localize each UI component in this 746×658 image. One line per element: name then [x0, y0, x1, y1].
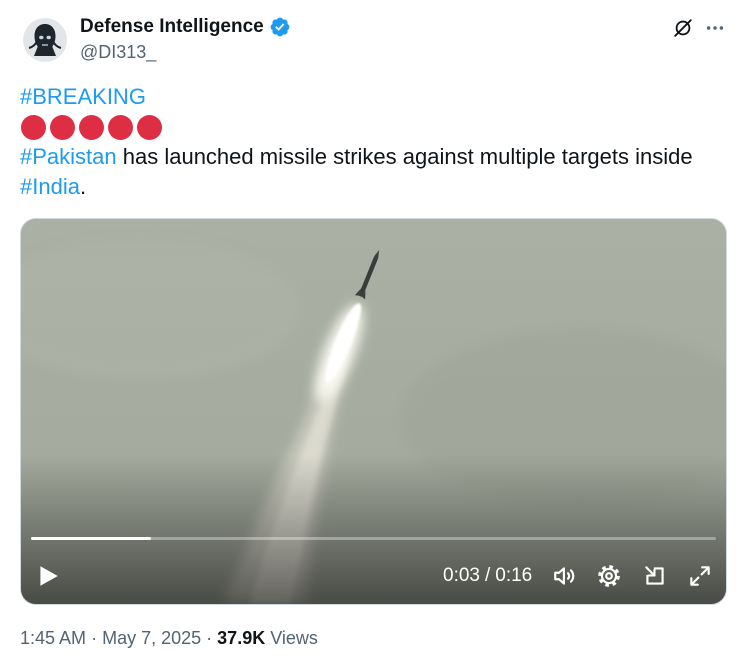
video-progress-bar[interactable]: [31, 537, 716, 540]
tweet-sentence: has launched missile strikes against mul…: [122, 144, 693, 169]
views-count[interactable]: 37.9K: [217, 628, 265, 648]
tweet-trailing-period: .: [79, 174, 87, 199]
red-circle-emoji: [79, 114, 104, 140]
tweet-body: #Pakistan has launched missile strikes a…: [20, 142, 726, 202]
red-circle-emoji: [137, 114, 162, 140]
meta-separator: ·: [91, 628, 98, 648]
pop-out-button[interactable]: [642, 563, 668, 589]
author-name[interactable]: Defense Intelligence: [80, 16, 264, 38]
hashtag-breaking[interactable]: #BREAKING: [20, 84, 146, 109]
pop-out-icon: [645, 566, 664, 585]
time-separator: /: [484, 565, 491, 586]
red-circle-emoji: [108, 114, 133, 140]
red-circle-emoji: [50, 114, 75, 140]
meta-separator: ·: [206, 628, 213, 648]
video-time: 0:03/0:16: [443, 565, 532, 587]
defense-intelligence-avatar-icon: [23, 18, 67, 62]
tweet-video[interactable]: 0:03/0:16: [20, 218, 727, 605]
hashtag-india[interactable]: #India: [20, 174, 80, 199]
hashtag-pakistan[interactable]: #Pakistan: [20, 144, 117, 169]
more-button[interactable]: [704, 17, 726, 39]
grok-icon: [674, 19, 692, 37]
timestamp-link[interactable]: 1:45 AM · May 7, 2025: [20, 628, 201, 648]
grok-button[interactable]: [672, 17, 694, 39]
emoji-row: [20, 112, 726, 142]
author-name-row: Defense Intelligence: [80, 16, 291, 38]
current-time: 0:03: [443, 565, 480, 586]
verified-badge-icon: [270, 17, 290, 37]
video-duration: 0:16: [495, 565, 533, 586]
author-handle[interactable]: @DI313_: [80, 42, 156, 62]
play-button[interactable]: [35, 563, 61, 589]
volume-button[interactable]: [552, 563, 578, 589]
gear-icon: [598, 565, 620, 587]
red-circle-emoji: [21, 114, 46, 140]
volume-icon: [554, 567, 575, 585]
video-progress-fill: [31, 537, 151, 540]
post-time: 1:45 AM: [20, 628, 87, 648]
expand-icon: [690, 566, 710, 586]
more-icon: [706, 26, 724, 30]
tweet-text: #BREAKING #Pakistan has launched missile…: [20, 82, 726, 202]
play-icon: [40, 566, 58, 586]
post-date: May 7, 2025: [102, 628, 202, 648]
settings-button[interactable]: [596, 563, 622, 589]
author-avatar[interactable]: [23, 18, 67, 62]
fullscreen-button[interactable]: [687, 563, 713, 589]
views-label: Views: [270, 628, 318, 648]
tweet-meta: 1:45 AM · May 7, 2025 · 37.9K Views: [20, 626, 318, 650]
